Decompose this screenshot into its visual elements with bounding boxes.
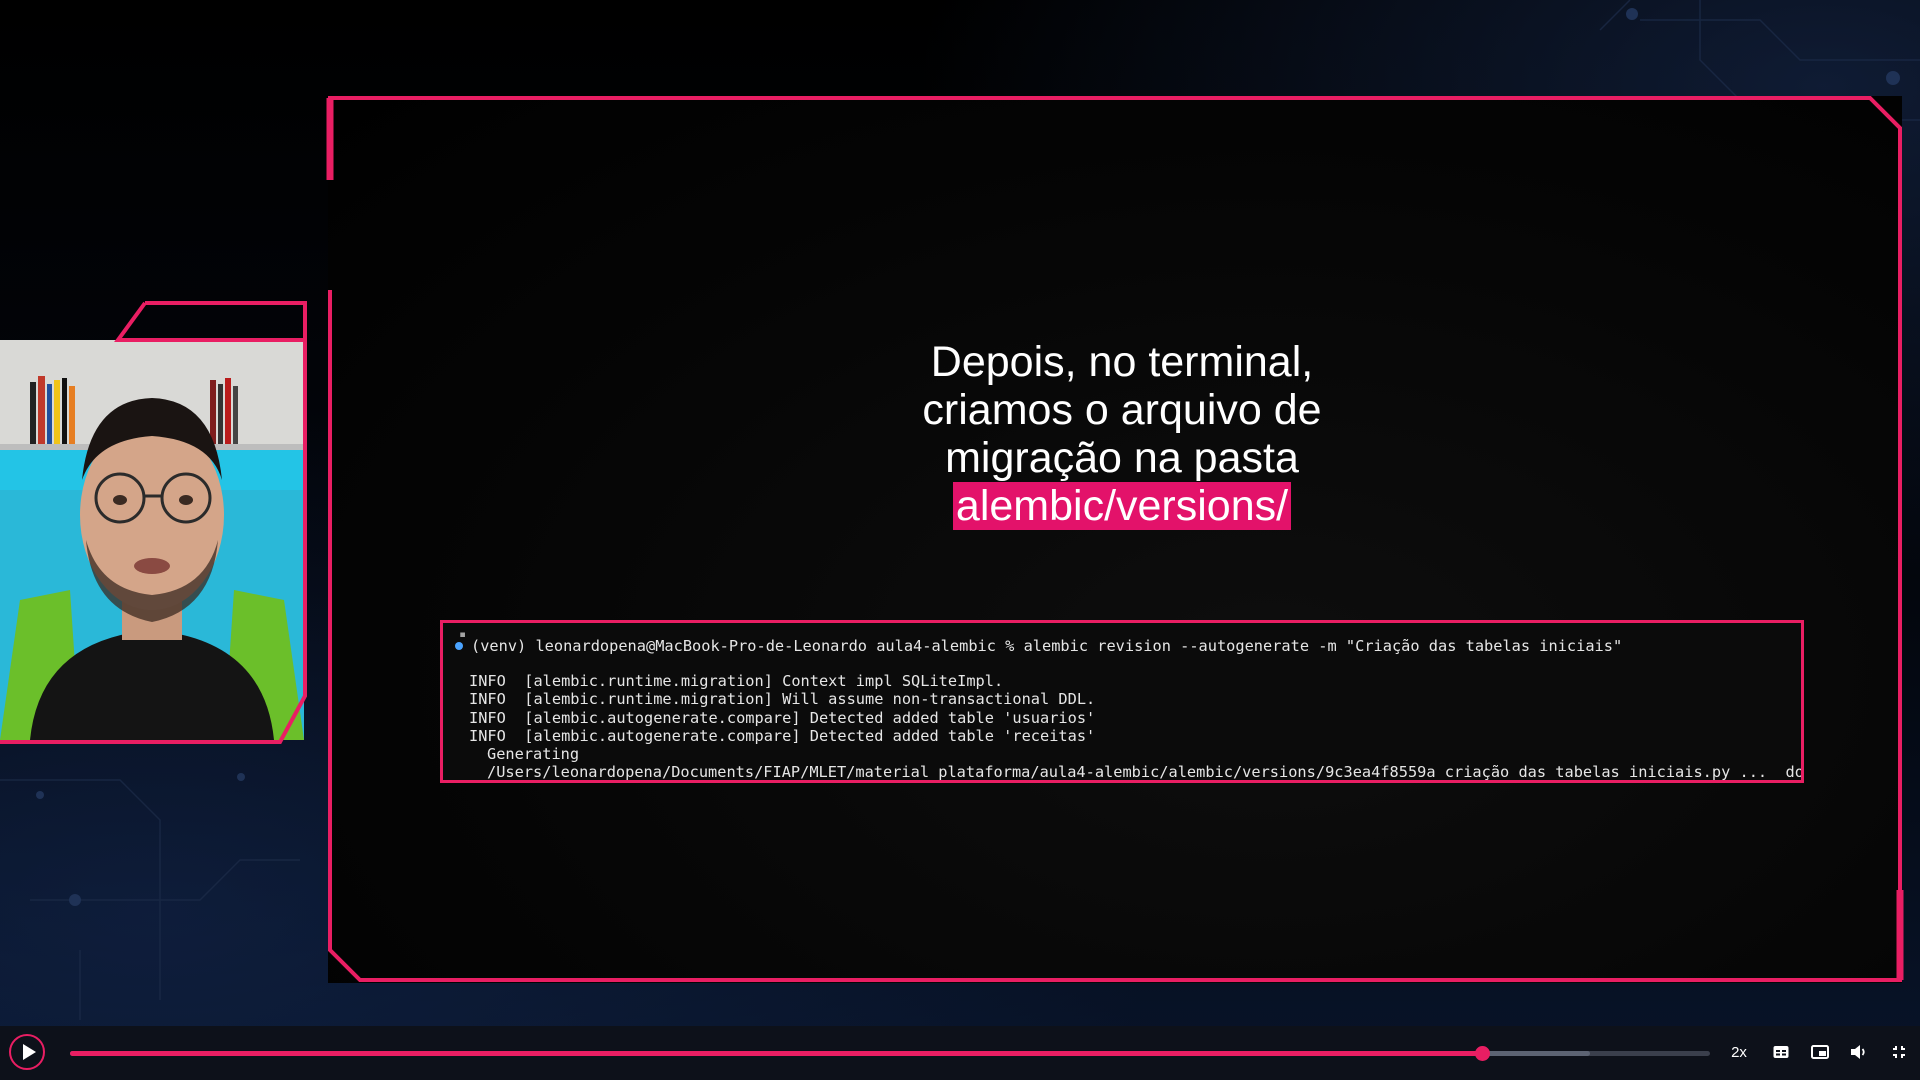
fullscreen-icon xyxy=(1893,1046,1905,1058)
play-icon xyxy=(22,1044,36,1060)
fullscreen-button[interactable] xyxy=(1886,1040,1912,1064)
terminal-log-line: INFO [alembic.autogenerate.compare] Dete… xyxy=(469,708,1096,727)
terminal-status-dot-icon xyxy=(455,642,463,651)
subtitles-button[interactable] xyxy=(1768,1040,1794,1064)
presenter-image xyxy=(0,340,304,740)
headline-line-1: Depois, no terminal, xyxy=(930,338,1314,386)
slide-headline: Depois, no terminal, criamos o arquivo d… xyxy=(820,338,1424,530)
subtitles-icon xyxy=(1773,1046,1789,1058)
picture-in-picture-icon xyxy=(1811,1045,1829,1059)
terminal-generating-label: Generating xyxy=(487,744,580,763)
terminal-log-line: INFO [alembic.autogenerate.compare] Dete… xyxy=(469,726,1096,745)
progress-played xyxy=(70,1051,1483,1056)
terminal-log-line: INFO [alembic.runtime.migration] Context… xyxy=(469,672,1004,691)
webcam-feed xyxy=(0,340,304,740)
headline-line-2: criamos o arquivo de xyxy=(922,386,1322,434)
terminal-log-line: INFO [alembic.runtime.migration] Will as… xyxy=(469,690,1096,709)
video-player-controls: 2x xyxy=(0,1026,1920,1080)
picture-in-picture-button[interactable] xyxy=(1807,1040,1833,1064)
slide-area xyxy=(328,96,1902,983)
terminal-generated-path: /Users/leonardopena/Documents/FIAP/MLET/… xyxy=(487,763,1804,782)
terminal-command: (venv) leonardopena@MacBook-Pro-de-Leona… xyxy=(471,637,1623,655)
terminal-output: ▪ (venv) leonardopena@MacBook-Pro-de-Leo… xyxy=(440,620,1804,783)
progress-thumb[interactable] xyxy=(1475,1046,1491,1061)
terminal-cut-line: ▪ xyxy=(455,631,1791,637)
play-button[interactable] xyxy=(9,1034,45,1070)
volume-button[interactable] xyxy=(1846,1040,1872,1064)
progress-track[interactable] xyxy=(70,1046,1710,1061)
volume-icon xyxy=(1851,1045,1865,1059)
playback-speed-button[interactable]: 2x xyxy=(1722,1040,1756,1064)
headline-highlight: alembic/versions/ xyxy=(952,482,1292,530)
headline-line-3: migração na pasta xyxy=(945,434,1299,482)
